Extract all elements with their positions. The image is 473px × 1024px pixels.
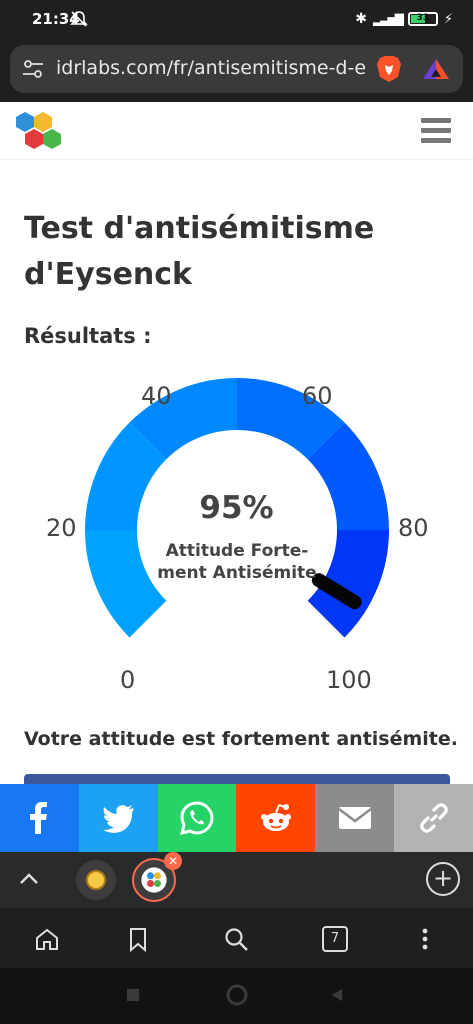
- browser-toolbar: idrlabs.com/fr/antisemitisme-d-eysenck: [0, 40, 473, 102]
- chevron-up-icon[interactable]: [18, 870, 40, 886]
- brave-rewards-icon[interactable]: [422, 57, 450, 81]
- facebook-share-button[interactable]: [0, 784, 79, 852]
- close-tab-icon[interactable]: ✕: [164, 852, 182, 870]
- brave-shields-icon[interactable]: [376, 55, 402, 83]
- home-button-icon[interactable]: [226, 984, 248, 1006]
- home-icon[interactable]: [34, 926, 60, 952]
- gauge-tick-0: 0: [120, 666, 136, 694]
- whatsapp-share-button[interactable]: [157, 784, 237, 852]
- bluetooth-icon: ✱: [355, 11, 367, 27]
- twitter-share-button[interactable]: [78, 784, 158, 852]
- address-bar[interactable]: idrlabs.com/fr/antisemitisme-d-eysenck: [10, 45, 463, 93]
- bookmark-icon[interactable]: [125, 926, 151, 952]
- search-icon[interactable]: [223, 926, 249, 952]
- back-icon[interactable]: [330, 988, 344, 1002]
- gauge-percent: 95%: [199, 490, 274, 526]
- tab-strip: ✕ +: [0, 852, 473, 908]
- link-icon: [419, 803, 448, 833]
- gauge-tick-100: 100: [326, 666, 372, 694]
- reddit-icon: [260, 804, 291, 831]
- reddit-share-button[interactable]: [236, 784, 316, 852]
- new-tab-button[interactable]: +: [426, 862, 460, 896]
- site-settings-icon[interactable]: [22, 59, 44, 79]
- idrlabs-favicon-icon: [141, 867, 167, 893]
- email-share-button[interactable]: [315, 784, 395, 852]
- status-bar: 21:34 ✱ ▂▃▅▇ 33 ⚡: [0, 0, 473, 40]
- facebook-icon: [30, 802, 48, 834]
- page-title: Test d'antisémitisme d'Eysenck: [24, 211, 375, 292]
- idrlabs-logo[interactable]: [12, 110, 66, 152]
- smiley-favicon-icon: [86, 870, 106, 890]
- gauge-tick-60: 60: [302, 382, 333, 410]
- more-options-icon[interactable]: [412, 926, 438, 952]
- whatsapp-icon: [180, 801, 214, 836]
- twitter-icon: [103, 805, 134, 833]
- system-navigation-bar: [0, 968, 473, 1024]
- charging-icon: ⚡: [443, 11, 453, 27]
- gauge-tick-40: 40: [141, 382, 172, 410]
- battery-icon: 33: [407, 12, 438, 26]
- site-header: [0, 102, 473, 160]
- tab-thumbnail-active[interactable]: ✕: [132, 852, 182, 902]
- url-text[interactable]: idrlabs.com/fr/antisemitisme-d-eysenck: [56, 57, 366, 79]
- copy-link-button[interactable]: [394, 784, 473, 852]
- share-bar: [0, 784, 473, 852]
- screen: 21:34 ✱ ▂▃▅▇ 33 ⚡ idrlabs.com/fr/antisem…: [0, 0, 473, 1024]
- recents-icon[interactable]: [126, 988, 140, 1002]
- hamburger-menu-icon[interactable]: [421, 118, 451, 144]
- results-label: Résultats :: [24, 324, 152, 348]
- browser-bottom-bar: 7: [0, 908, 473, 968]
- bell-muted-icon: [70, 11, 88, 27]
- email-icon: [337, 807, 372, 829]
- tab-thumbnail-1[interactable]: [76, 860, 116, 900]
- verdict-text: Votre attitude est fortement antisémite.: [24, 728, 458, 750]
- signal-icon: ▂▃▅▇: [372, 12, 404, 26]
- gauge-description: Attitude Forte-ment Antisémite: [157, 541, 317, 583]
- tab-count-button[interactable]: 7: [322, 926, 348, 952]
- gauge-segment-1: [85, 530, 167, 638]
- result-gauge: 0 20 40 60 80 100 95% Attitude Forte-men…: [0, 370, 473, 700]
